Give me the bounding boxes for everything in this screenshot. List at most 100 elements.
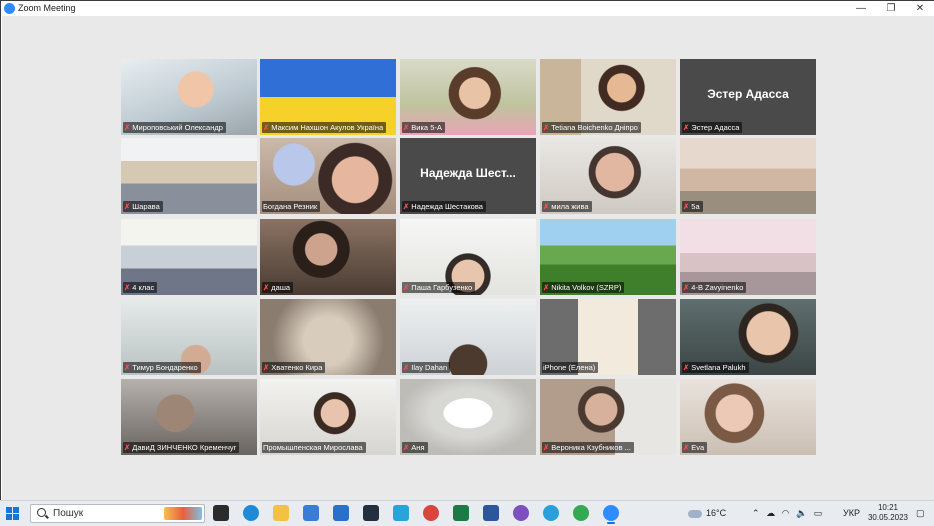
muted-mic-icon: ✗ bbox=[543, 443, 550, 452]
muted-mic-icon: ✗ bbox=[124, 123, 131, 132]
muted-mic-icon: ✗ bbox=[683, 443, 690, 452]
title-bar[interactable]: Zoom Meeting — ❐ ✕ bbox=[1, 1, 934, 16]
participant-name-label: ✗ Паша Гарбузенко bbox=[402, 282, 476, 293]
chrome2-icon[interactable] bbox=[573, 505, 589, 521]
participant-tile[interactable]: ✗ Тимур Бондаренко bbox=[121, 299, 257, 375]
tray-icons[interactable]: ⌃ ☁ ◠ 🔈 ▭ bbox=[752, 501, 822, 526]
participant-name-label: ✗ даша bbox=[262, 282, 294, 293]
speaker-icon[interactable]: 🔈 bbox=[796, 508, 807, 518]
participant-tile[interactable]: Богдана Резник bbox=[260, 138, 396, 214]
participant-name-label: iPhone (Елена) bbox=[542, 362, 599, 373]
amazon-icon[interactable] bbox=[363, 505, 379, 521]
cloud-icon bbox=[688, 509, 702, 518]
participant-tile[interactable]: ✗ Вика 5-А bbox=[400, 59, 536, 135]
muted-mic-icon: ✗ bbox=[124, 443, 131, 452]
participant-name: Nikita Volkov (SZRP) bbox=[551, 283, 622, 292]
participant-name-label: ✗ Вероника Кзубников ... bbox=[542, 442, 634, 453]
participant-tile[interactable]: ✗ мила жива bbox=[540, 138, 676, 214]
muted-mic-icon: ✗ bbox=[403, 443, 410, 452]
participant-name-label: ✗ Максим Нахшон Акулов Україна bbox=[262, 122, 387, 133]
zoom-icon[interactable] bbox=[603, 505, 619, 524]
word-icon[interactable] bbox=[483, 505, 499, 521]
participant-tile[interactable]: ✗ даша bbox=[260, 219, 396, 295]
participant-tile[interactable]: ✗ Eva bbox=[680, 379, 816, 455]
participant-name: iPhone (Елена) bbox=[543, 363, 596, 372]
participant-tile[interactable]: ✗ Мироповський Олександр bbox=[121, 59, 257, 135]
clock-time: 10:21 bbox=[877, 503, 898, 512]
participant-tile[interactable]: ✗ Хватенко Кира bbox=[260, 299, 396, 375]
muted-mic-icon: ✗ bbox=[124, 363, 131, 372]
viber-icon[interactable] bbox=[513, 505, 529, 521]
muted-mic-icon: ✗ bbox=[683, 202, 690, 211]
participant-tile[interactable]: ✗ Паша Гарбузенко bbox=[400, 219, 536, 295]
participant-tile[interactable]: ✗ 5а bbox=[680, 138, 816, 214]
store-icon[interactable] bbox=[303, 505, 319, 521]
muted-mic-icon: ✗ bbox=[543, 202, 550, 211]
participant-tile[interactable]: iPhone (Елена) bbox=[540, 299, 676, 375]
participant-name-label: ✗ 4 клас bbox=[123, 282, 158, 293]
participant-name-label: ✗ Тимур Бондаренко bbox=[123, 362, 201, 373]
weather-widget[interactable]: 16°C bbox=[688, 501, 726, 526]
participant-name-label: Богдана Резник bbox=[262, 201, 321, 212]
telegram-icon[interactable] bbox=[543, 505, 559, 521]
muted-mic-icon: ✗ bbox=[403, 123, 410, 132]
participant-name-label: ✗ Эстер Адасса bbox=[682, 122, 743, 133]
participant-tile[interactable]: ✗ Tetiana Boichenko Дніпро bbox=[540, 59, 676, 135]
onedrive-icon[interactable]: ☁ bbox=[766, 508, 775, 518]
participant-tile[interactable]: ✗ Максим Нахшон Акулов Україна bbox=[260, 59, 396, 135]
participant-tile[interactable]: ✗ Ilay Dahan bbox=[400, 299, 536, 375]
participant-name: Тимур Бондаренко bbox=[132, 363, 198, 372]
chrome-icon[interactable] bbox=[423, 505, 439, 521]
participant-name-label: ✗ ДавиД ЗИНЧЕНКО Кременчуг bbox=[123, 442, 240, 453]
muted-mic-icon: ✗ bbox=[683, 283, 690, 292]
participant-name: Шарава bbox=[132, 202, 160, 211]
muted-mic-icon: ✗ bbox=[124, 202, 131, 211]
participant-name: Eva bbox=[691, 443, 705, 452]
participant-name-label: ✗ мила жива bbox=[542, 201, 592, 212]
notifications-icon[interactable]: ▢ bbox=[916, 501, 925, 526]
participant-tile[interactable]: ✗ Шарава bbox=[121, 138, 257, 214]
clock[interactable]: 10:21 30.05.2023 bbox=[868, 503, 908, 523]
participant-tile[interactable]: ✗ Вероника Кзубников ... bbox=[540, 379, 676, 455]
muted-mic-icon: ✗ bbox=[543, 123, 550, 132]
participant-name: 4-B Zavyinenko bbox=[691, 283, 744, 292]
participant-tile[interactable]: ✗ 4-B Zavyinenko bbox=[680, 219, 816, 295]
explorer-icon[interactable] bbox=[273, 505, 289, 521]
participant-name: Svetlana Palukh bbox=[691, 363, 746, 372]
maximize-button[interactable]: ❐ bbox=[876, 1, 906, 16]
mail-icon[interactable] bbox=[333, 505, 349, 521]
participant-tile[interactable]: Промышленская Мирослава bbox=[260, 379, 396, 455]
minimize-button[interactable]: — bbox=[846, 1, 876, 16]
task-view-icon[interactable] bbox=[213, 505, 229, 521]
participant-name-label: ✗ 5а bbox=[682, 201, 703, 212]
chevron-up-icon[interactable]: ⌃ bbox=[752, 508, 760, 518]
muted-mic-icon: ✗ bbox=[403, 202, 410, 211]
participant-tile[interactable]: Эстер Адасса ✗ Эстер Адасса bbox=[680, 59, 816, 135]
participant-name: ДавиД ЗИНЧЕНКО Кременчуг bbox=[132, 443, 237, 452]
participant-name: 4 клас bbox=[132, 283, 155, 292]
wifi-icon[interactable]: ◠ bbox=[782, 508, 790, 518]
language-indicator[interactable]: УКР bbox=[843, 501, 860, 526]
participant-name: Богдана Резник bbox=[263, 202, 318, 211]
excel-icon[interactable] bbox=[453, 505, 469, 521]
muted-mic-icon: ✗ bbox=[263, 123, 270, 132]
windows-taskbar: Пошук 16°C ⌃ ☁ ◠ 🔈 ▭ УКР 10:21 30.05.202… bbox=[0, 500, 934, 526]
participant-name: мила жива bbox=[551, 202, 589, 211]
participant-tile[interactable]: ✗ Svetlana Palukh bbox=[680, 299, 816, 375]
participant-tile[interactable]: Надежда Шест... ✗ Надежда Шестакова bbox=[400, 138, 536, 214]
battery-icon[interactable]: ▭ bbox=[814, 508, 823, 518]
taskbar-search-box[interactable]: Пошук bbox=[30, 504, 205, 523]
gallery-view: ✗ Мироповський Олександр ✗ Максим Нахшон Ак… bbox=[2, 16, 934, 501]
participant-name-label: ✗ Tetiana Boichenko Дніпро bbox=[542, 122, 641, 133]
windows-start-button[interactable] bbox=[6, 507, 19, 520]
muted-mic-icon: ✗ bbox=[263, 363, 270, 372]
clock-date: 30.05.2023 bbox=[867, 513, 908, 522]
close-button[interactable]: ✕ bbox=[905, 1, 934, 16]
participant-tile[interactable]: ✗ Аня bbox=[400, 379, 536, 455]
participant-tile[interactable]: ✗ ДавиД ЗИНЧЕНКО Кременчуг bbox=[121, 379, 257, 455]
zoom-app-icon bbox=[4, 3, 15, 14]
participant-tile[interactable]: ✗ 4 клас bbox=[121, 219, 257, 295]
edge-icon[interactable] bbox=[243, 505, 259, 521]
photos-icon[interactable] bbox=[393, 505, 409, 521]
participant-tile[interactable]: ✗ Nikita Volkov (SZRP) bbox=[540, 219, 676, 295]
